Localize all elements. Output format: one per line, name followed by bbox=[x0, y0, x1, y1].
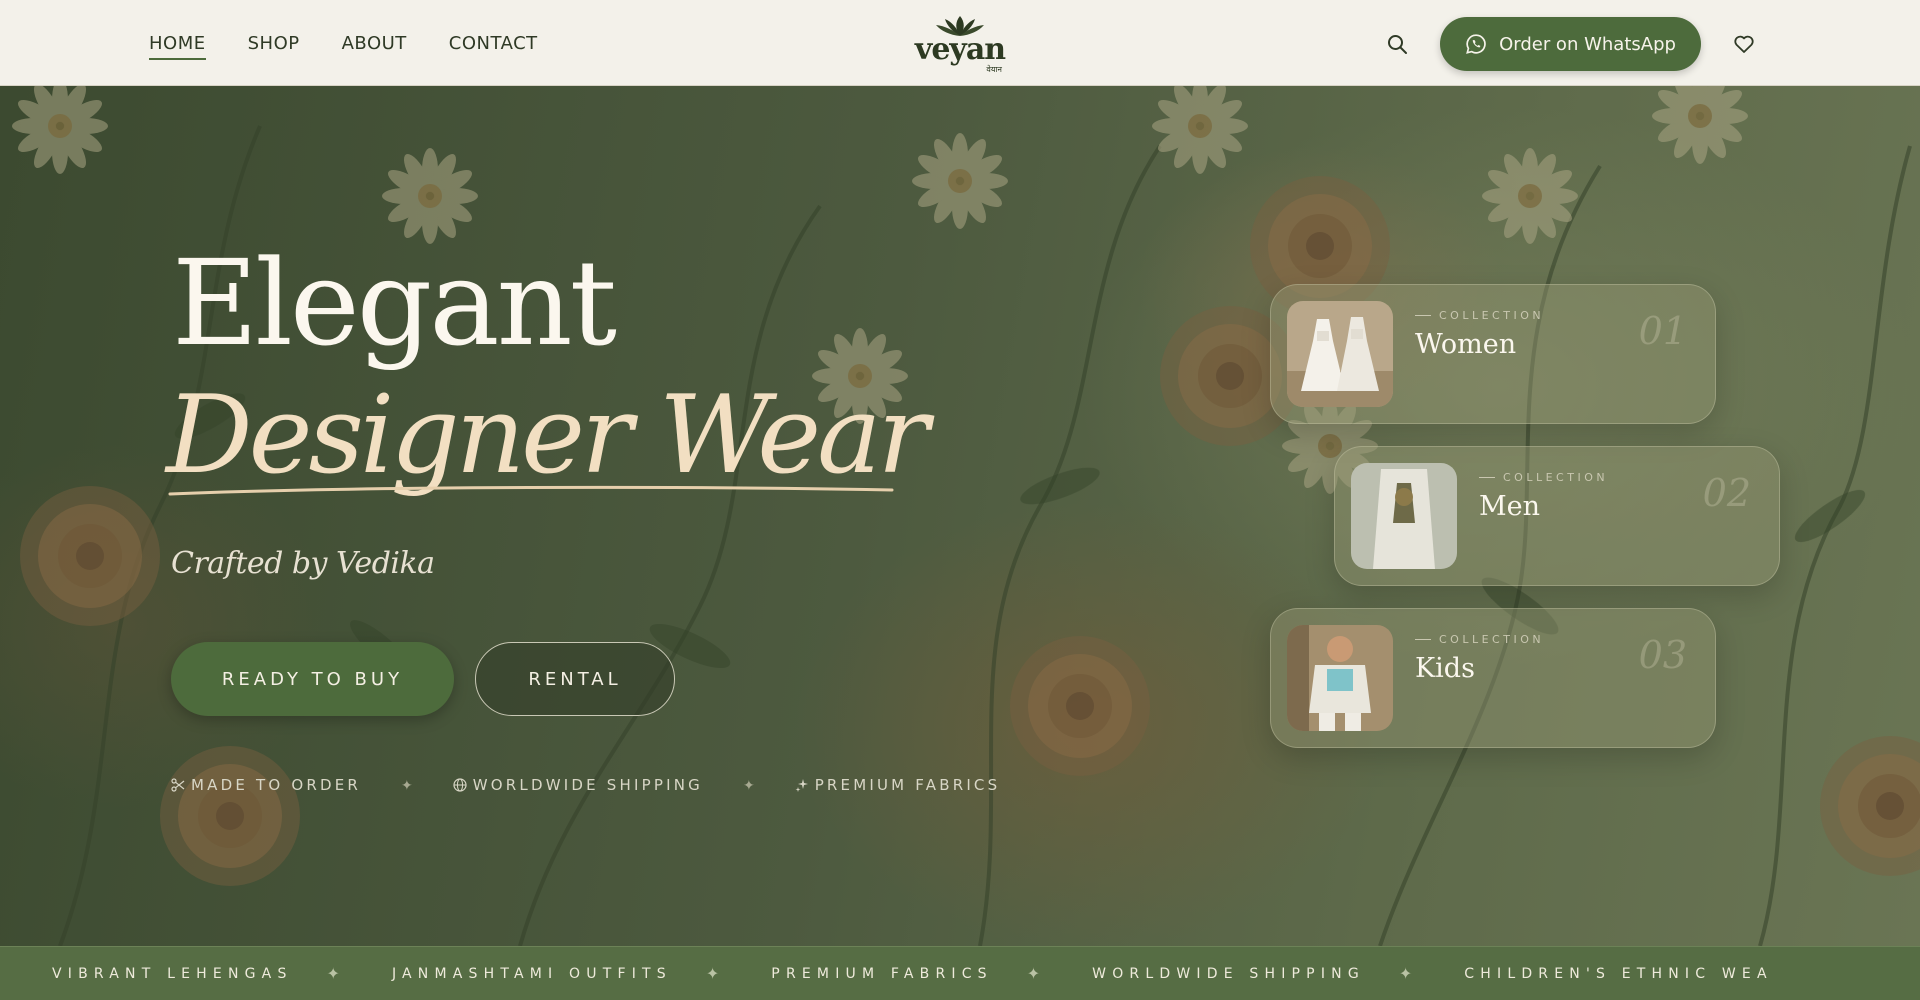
brand-subname: वेयान bbox=[986, 65, 1002, 74]
order-whatsapp-button[interactable]: Order on WhatsApp bbox=[1440, 17, 1701, 71]
marquee-separator: ✦ bbox=[326, 966, 340, 983]
whatsapp-icon bbox=[1466, 34, 1486, 54]
feature-made-to-order: MADE TO ORDER bbox=[171, 776, 361, 794]
announcement-marquee: VIBRANT LEHENGAS ✦ JANMASHTAMI OUTFITS ✦… bbox=[0, 946, 1920, 1000]
feature-label: PREMIUM FABRICS bbox=[814, 776, 1001, 794]
collection-card-women[interactable]: COLLECTION Women 01 bbox=[1270, 284, 1716, 424]
marquee-separator: ✦ bbox=[705, 966, 720, 983]
card-number: 03 bbox=[1638, 633, 1687, 677]
card-eyebrow: COLLECTION bbox=[1415, 309, 1544, 322]
card-title: Men bbox=[1479, 491, 1541, 522]
brand-name: veyan bbox=[914, 32, 1006, 67]
feature-separator: ✦ bbox=[401, 776, 413, 793]
feature-separator: ✦ bbox=[742, 776, 755, 793]
nav-home[interactable]: HOME bbox=[149, 33, 206, 60]
globe-icon bbox=[453, 778, 467, 792]
brand-logo[interactable]: veyan वेयान bbox=[912, 14, 1008, 74]
feature-label: WORLDWIDE SHIPPING bbox=[472, 776, 703, 794]
feature-label: MADE TO ORDER bbox=[191, 776, 362, 794]
card-title: Kids bbox=[1415, 653, 1475, 684]
hero-title-line1: Elegant bbox=[172, 234, 617, 372]
feature-premium-fabrics: PREMIUM FABRICS bbox=[795, 776, 1001, 794]
marquee-item: PREMIUM FABRICS bbox=[771, 966, 993, 982]
men-collection-image bbox=[1351, 463, 1457, 569]
nav-contact[interactable]: CONTACT bbox=[449, 33, 538, 60]
hero-section: Elegant Designer Wear Crafted by Vedika … bbox=[0, 86, 1920, 946]
card-eyebrow: COLLECTION bbox=[1415, 633, 1544, 646]
women-collection-image bbox=[1287, 301, 1393, 407]
marquee-item: VIBRANT LEHENGAS bbox=[52, 966, 293, 982]
hero-title-line2: Designer Wear bbox=[166, 373, 929, 498]
nav-about[interactable]: ABOUT bbox=[342, 33, 407, 60]
feature-list: MADE TO ORDER ✦ WORLDWIDE SHIPPING ✦ PRE… bbox=[171, 776, 1000, 794]
card-number: 01 bbox=[1638, 309, 1687, 353]
card-title: Women bbox=[1415, 329, 1517, 360]
feature-worldwide-shipping: WORLDWIDE SHIPPING bbox=[453, 776, 703, 794]
marquee-item: CHILDREN'S ETHNIC WEA bbox=[1464, 966, 1773, 982]
card-number: 02 bbox=[1702, 471, 1751, 515]
marquee-item: JANMASHTAMI OUTFITS bbox=[391, 966, 672, 982]
rental-button[interactable]: RENTAL bbox=[475, 642, 675, 716]
whatsapp-label: Order on WhatsApp bbox=[1499, 33, 1676, 55]
collection-card-kids[interactable]: COLLECTION Kids 03 bbox=[1270, 608, 1716, 748]
heart-icon[interactable] bbox=[1733, 33, 1755, 55]
marquee-separator: ✦ bbox=[1398, 966, 1413, 983]
site-header: HOME SHOP ABOUT CONTACT veyan वेयान Orde… bbox=[0, 0, 1920, 86]
marquee-separator: ✦ bbox=[1026, 966, 1041, 983]
main-nav: HOME SHOP ABOUT CONTACT bbox=[149, 0, 538, 86]
sparkle-icon bbox=[795, 779, 808, 792]
search-icon[interactable] bbox=[1386, 33, 1408, 55]
hero-subtitle: Crafted by Vedika bbox=[171, 546, 435, 581]
scissors-icon bbox=[171, 778, 185, 792]
marquee-track: VIBRANT LEHENGAS ✦ JANMASHTAMI OUTFITS ✦… bbox=[52, 947, 1773, 1000]
marquee-item: WORLDWIDE SHIPPING bbox=[1092, 966, 1365, 982]
title-underline bbox=[168, 485, 894, 496]
collection-card-men[interactable]: COLLECTION Men 02 bbox=[1334, 446, 1780, 586]
card-eyebrow: COLLECTION bbox=[1479, 471, 1608, 484]
nav-shop[interactable]: SHOP bbox=[248, 33, 300, 60]
ready-to-buy-button[interactable]: READY TO BUY bbox=[171, 642, 454, 716]
kids-collection-image bbox=[1287, 625, 1393, 731]
